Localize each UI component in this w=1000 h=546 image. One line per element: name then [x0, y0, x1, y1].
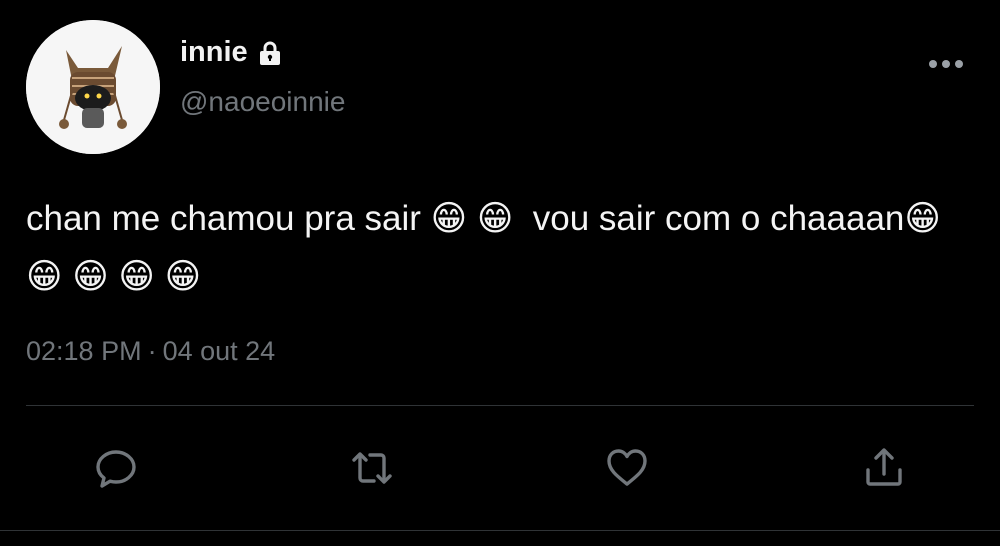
heart-icon [607, 449, 647, 486]
bottom-divider [0, 530, 1000, 531]
cat-avatar-icon [26, 20, 160, 154]
retweet-button[interactable] [342, 438, 402, 498]
divider [26, 405, 974, 406]
tweet-timestamp: 02:18 PM · 04 out 24 [26, 336, 275, 367]
speech-bubble-icon [96, 450, 136, 488]
display-name[interactable]: innie [180, 36, 248, 69]
reply-button[interactable] [86, 438, 146, 498]
tweet-date[interactable]: 04 out 24 [163, 336, 276, 367]
retweet-icon [352, 452, 392, 484]
author-handle[interactable]: @naoeoinnie [180, 86, 345, 118]
like-button[interactable] [597, 438, 657, 498]
tweet-text: chan me chamou pra sair 😁 😁 vou sair com… [26, 199, 951, 296]
share-icon [866, 448, 902, 486]
share-button[interactable] [854, 438, 914, 498]
lock-icon [256, 39, 284, 67]
more-options-button[interactable] [924, 50, 968, 78]
meta-separator: · [147, 336, 157, 366]
avatar[interactable] [26, 20, 160, 154]
tweet-time[interactable]: 02:18 PM [26, 336, 142, 367]
author-name-row: innie [180, 36, 284, 69]
more-dots-icon [929, 60, 963, 68]
